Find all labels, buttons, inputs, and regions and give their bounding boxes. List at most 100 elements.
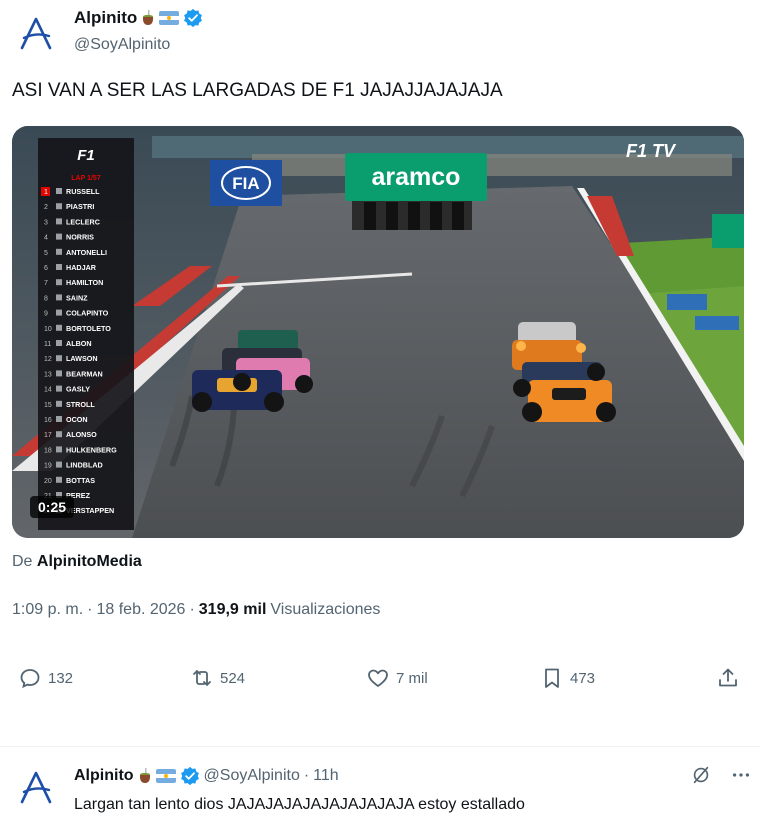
argentina-flag-icon: [159, 11, 180, 25]
team-logo-icon: [56, 355, 62, 362]
leaderboard-position: 19: [44, 463, 52, 470]
leaderboard-position: 3: [44, 219, 48, 226]
retweet-icon: [193, 670, 211, 686]
verified-badge-icon[interactable]: [183, 8, 203, 28]
alpinito-logo-icon: [20, 17, 52, 50]
team-logo-icon: [56, 400, 62, 407]
leaderboard-driver: LAWSON: [66, 354, 98, 363]
team-logo-icon: [56, 385, 62, 392]
author-name[interactable]: Alpinito: [74, 8, 137, 28]
reply-author-name[interactable]: Alpinito: [74, 767, 134, 785]
svg-text:LAP 1/57: LAP 1/57: [71, 175, 101, 182]
leaderboard-driver: ANTONELLI: [66, 248, 107, 257]
verified-badge-icon[interactable]: [180, 766, 200, 786]
team-logo-icon: [56, 340, 62, 346]
more-options-icon[interactable]: [730, 764, 752, 791]
leaderboard-position: 17: [44, 432, 52, 439]
leaderboard-driver: SAINZ: [66, 293, 88, 302]
team-logo-icon: [56, 294, 62, 301]
media-source: De AlpinitoMedia: [12, 553, 142, 571]
leaderboard-panel: [38, 138, 134, 530]
leaderboard-driver: OCON: [66, 415, 88, 424]
share-button[interactable]: [716, 666, 740, 690]
argentina-flag-icon: [155, 769, 176, 783]
tweet-divider: [0, 746, 760, 747]
leaderboard-position: 4: [44, 235, 48, 242]
tweet-actions: 132 524 7 mil 473: [0, 662, 760, 698]
leaderboard-driver: HADJAR: [66, 263, 97, 272]
leaderboard-driver: BORTOLETO: [66, 324, 111, 333]
leaderboard-position: 7: [44, 280, 48, 287]
author-handle[interactable]: @SoyAlpinito: [74, 36, 170, 54]
leaderboard-driver: HULKENBERG: [66, 445, 117, 454]
leaderboard-position: 18: [44, 447, 52, 454]
leaderboard-driver: ALONSO: [66, 430, 97, 439]
leaderboard-position: 6: [44, 265, 48, 272]
leaderboard-position: 10: [44, 326, 52, 333]
tweet-date[interactable]: 18 feb. 2026: [96, 601, 185, 619]
team-logo-icon: [56, 370, 62, 377]
bookmark-button[interactable]: 473: [540, 666, 595, 690]
team-logo-icon: [56, 309, 62, 316]
tweet-text: ASI VAN A SER LAS LARGADAS DE F1 JAJAJJA…: [12, 80, 503, 101]
team-logo-icon: [56, 218, 62, 225]
leaderboard-driver: HAMILTON: [66, 278, 103, 287]
like-button[interactable]: 7 mil: [366, 666, 428, 690]
leaderboard-position: 16: [44, 417, 52, 424]
retweet-count: 524: [220, 669, 246, 687]
reply-age[interactable]: 11h: [313, 767, 339, 785]
media-source-prefix: De: [12, 553, 33, 570]
heart-icon: [368, 669, 388, 687]
team-logo-icon: [56, 264, 62, 270]
team-logo-icon: [56, 446, 62, 453]
reply-handle[interactable]: @SoyAlpinito: [204, 767, 300, 785]
mate-emoji-icon: [141, 10, 155, 26]
leaderboard-driver: ALBON: [66, 339, 92, 348]
reply-icon: [20, 669, 40, 689]
team-logo-icon: [56, 203, 62, 210]
leaderboard-driver: COLAPINTO: [66, 309, 109, 318]
leaderboard-driver: NORRIS: [66, 233, 94, 242]
team-logo-icon: [56, 476, 62, 483]
f1tv-logo: F1 TV: [626, 141, 677, 161]
leaderboard-position: 1: [44, 189, 48, 196]
video-player[interactable]: FIA aramco F1 TV F1 LAP 1/57 1 RUSSELL 2…: [12, 126, 744, 538]
grok-icon[interactable]: [690, 764, 712, 791]
leaderboard-position: 2: [44, 204, 48, 211]
team-logo-icon: [56, 279, 62, 286]
leaderboard-driver: GASLY: [66, 385, 90, 394]
team-logo-icon: [56, 416, 62, 422]
leaderboard-position: 14: [44, 387, 52, 394]
svg-text:F1: F1: [77, 147, 95, 164]
video-frame: FIA aramco F1 TV F1 LAP 1/57 1 RUSSELL2 …: [12, 126, 744, 538]
media-source-link[interactable]: AlpinitoMedia: [37, 553, 142, 570]
leaderboard-position: 20: [44, 478, 52, 485]
bookmark-count: 473: [570, 669, 596, 687]
author-avatar[interactable]: [14, 12, 58, 56]
mate-emoji-icon: [138, 768, 152, 784]
team-logo-icon: [56, 324, 62, 331]
reply-count: 132: [48, 669, 74, 687]
team-logo-icon: [56, 248, 62, 255]
leaderboard-position: 11: [44, 341, 51, 348]
video-timer: 0:25: [30, 496, 75, 518]
leaderboard-position: 8: [44, 295, 48, 302]
views-count: 319,9 mil: [198, 601, 267, 618]
team-logo-icon: [56, 233, 62, 240]
reply-avatar[interactable]: [14, 766, 58, 810]
alpinito-logo-icon: [20, 771, 52, 804]
leaderboard-driver: BEARMAN: [66, 369, 103, 378]
leaderboard-position: 12: [44, 356, 52, 363]
like-count: 7 mil: [396, 669, 428, 687]
leaderboard-driver: BOTTAS: [66, 476, 95, 485]
retweet-button[interactable]: 524: [190, 666, 245, 690]
leaderboard-driver: LECLERC: [66, 217, 100, 226]
team-logo-icon: [56, 461, 62, 468]
bookmark-icon: [545, 668, 559, 688]
leaderboard-position: 13: [44, 371, 52, 378]
leaderboard-position: 9: [44, 311, 48, 318]
leaderboard-driver: RUSSELL: [66, 187, 100, 196]
tweet-time[interactable]: 1:09 p. m.: [12, 601, 83, 619]
reply-button[interactable]: 132: [18, 666, 73, 690]
views-label: Visualizaciones: [270, 601, 381, 618]
